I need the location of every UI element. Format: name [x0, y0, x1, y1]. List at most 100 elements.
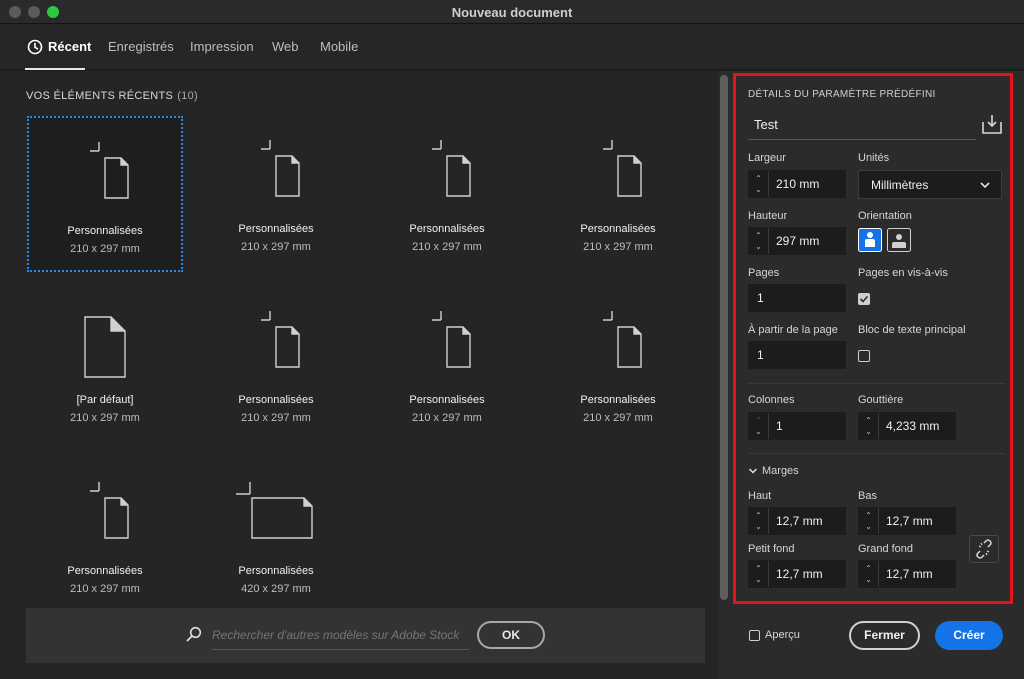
custom-document-icon [432, 311, 471, 368]
custom-document-icon [261, 140, 300, 197]
pages-label: Pages [748, 267, 780, 279]
title-bar: Nouveau document [0, 0, 1024, 24]
landscape-orientation-icon[interactable] [887, 228, 911, 252]
divider [748, 383, 1005, 384]
preview-checkbox[interactable] [749, 630, 760, 641]
tab-underline [25, 68, 85, 70]
portrait-orientation-icon[interactable] [858, 228, 882, 252]
custom-document-icon [603, 140, 642, 197]
tab-saved[interactable]: Enregistrés [108, 39, 174, 54]
stepper-arrows[interactable]: ⌃ ⌄ [859, 508, 879, 534]
gutter-value: 4,233 mm [886, 419, 940, 433]
recent-item[interactable]: Personnalisées 210 x 297 mm [198, 116, 354, 272]
columns-stepper[interactable]: ⌃ ⌄ 1 [748, 412, 846, 440]
units-label: Unités [858, 152, 890, 164]
height-value: 297 mm [776, 234, 820, 248]
recent-item[interactable]: Personnalisées 210 x 297 mm [369, 116, 525, 272]
recent-panel: VOS ÉLÉMENTS RÉCENTS (10) Personnalisées … [0, 71, 718, 679]
chevron-down-icon[interactable] [748, 466, 758, 476]
inside-margin-stepper[interactable]: ⌃ ⌄ 12,7 mm [748, 560, 846, 588]
default-document-icon [84, 316, 126, 378]
recent-item-name: Personnalisées [67, 225, 143, 237]
recent-item-name: Personnalisées [580, 223, 656, 235]
broken-link-icon [976, 539, 992, 559]
start-page-field[interactable]: 1 [748, 341, 846, 369]
top-margin-stepper[interactable]: ⌃ ⌄ 12,7 mm [748, 507, 846, 535]
preset-details-heading: DÉTAILS DU PARAMÈTRE PRÉDÉFINI [748, 89, 936, 100]
inside-margin-value: 12,7 mm [776, 567, 823, 581]
recent-item[interactable]: [Par défaut] 210 x 297 mm [27, 287, 183, 443]
checkmark-icon [859, 295, 869, 303]
custom-document-icon [603, 311, 642, 368]
gutter-stepper[interactable]: ⌃ ⌄ 4,233 mm [858, 412, 956, 440]
columns-label: Colonnes [748, 394, 795, 406]
save-preset-icon[interactable] [981, 113, 1003, 135]
stepper-arrows[interactable]: ⌃ ⌄ [859, 413, 879, 439]
recent-title: VOS ÉLÉMENTS RÉCENTS [26, 90, 174, 102]
recent-item[interactable]: Personnalisées 210 x 297 mm [369, 287, 525, 443]
preset-name-field[interactable] [748, 110, 976, 140]
stepper-arrows[interactable]: ⌃ ⌄ [749, 228, 769, 254]
units-value: Millimètres [871, 178, 929, 192]
tab-mobile[interactable]: Mobile [320, 39, 358, 54]
pages-field[interactable]: 1 [748, 284, 846, 312]
tab-bar: Récent Enregistrés Impression Web Mobile [0, 24, 1024, 70]
recent-item-name: Personnalisées [580, 394, 656, 406]
width-value: 210 mm [776, 177, 820, 191]
outside-margin-value: 12,7 mm [886, 567, 933, 581]
bottom-margin-value: 12,7 mm [886, 514, 933, 528]
close-button[interactable]: Fermer [849, 621, 920, 650]
scrollbar-thumb[interactable] [720, 75, 728, 600]
recent-item-name: [Par défaut] [76, 394, 134, 406]
recent-section-title: VOS ÉLÉMENTS RÉCENTS (10) [26, 90, 198, 102]
recent-item[interactable]: Personnalisées 210 x 297 mm [540, 116, 696, 272]
units-dropdown[interactable]: Millimètres [858, 170, 1002, 199]
stepper-arrows[interactable]: ⌃ ⌄ [749, 561, 769, 587]
width-label: Largeur [748, 152, 786, 164]
margins-section-label[interactable]: Marges [762, 465, 799, 477]
recent-item[interactable]: Personnalisées 420 x 297 mm [198, 458, 354, 614]
recent-item-size: 210 x 297 mm [583, 241, 653, 253]
custom-document-icon [90, 142, 129, 199]
recent-item[interactable]: Personnalisées 210 x 297 mm [198, 287, 354, 443]
tab-print[interactable]: Impression [190, 39, 254, 54]
divider [748, 453, 1005, 454]
outside-margin-label: Grand fond [858, 543, 914, 555]
clock-icon [27, 39, 43, 55]
recent-item-size: 210 x 297 mm [70, 243, 140, 255]
search-icon [186, 626, 202, 642]
height-label: Hauteur [748, 210, 788, 222]
recent-item-name: Personnalisées [67, 565, 143, 577]
link-margins-button[interactable] [969, 535, 999, 563]
tab-recent[interactable]: Récent [48, 39, 91, 54]
orientation-label: Orientation [858, 210, 912, 222]
width-stepper[interactable]: ⌃ ⌄ 210 mm [748, 170, 846, 198]
stepper-arrows[interactable]: ⌃ ⌄ [859, 561, 879, 587]
stepper-arrows[interactable]: ⌃ ⌄ [749, 508, 769, 534]
facing-pages-checkbox[interactable] [858, 293, 870, 305]
window-title: Nouveau document [451, 5, 573, 20]
stepper-arrows[interactable]: ⌃ ⌄ [749, 171, 769, 197]
primary-text-frame-checkbox[interactable] [858, 350, 870, 362]
top-margin-value: 12,7 mm [776, 514, 823, 528]
recent-item-size: 210 x 297 mm [412, 241, 482, 253]
recent-item-name: Personnalisées [409, 223, 485, 235]
custom-document-icon [90, 482, 129, 539]
bottom-margin-stepper[interactable]: ⌃ ⌄ 12,7 mm [858, 507, 956, 535]
recent-item-name: Personnalisées [238, 223, 314, 235]
start-page-label: À partir de la page [748, 324, 838, 336]
tab-web[interactable]: Web [272, 39, 299, 54]
create-button[interactable]: Créer [935, 621, 1003, 650]
custom-document-icon [261, 311, 300, 368]
primary-text-frame-label: Bloc de texte principal [858, 324, 966, 336]
search-ok-button[interactable]: OK [477, 621, 545, 649]
custom-landscape-document-icon [236, 482, 313, 539]
recent-item[interactable]: Personnalisées 210 x 297 mm [540, 287, 696, 443]
stock-search-input[interactable] [212, 620, 469, 650]
recent-item[interactable]: Personnalisées 210 x 297 mm [27, 116, 183, 272]
height-stepper[interactable]: ⌃ ⌄ 297 mm [748, 227, 846, 255]
recent-item[interactable]: Personnalisées 210 x 297 mm [27, 458, 183, 614]
outside-margin-stepper[interactable]: ⌃ ⌄ 12,7 mm [858, 560, 956, 588]
custom-document-icon [432, 140, 471, 197]
stepper-arrows[interactable]: ⌃ ⌄ [749, 413, 769, 439]
